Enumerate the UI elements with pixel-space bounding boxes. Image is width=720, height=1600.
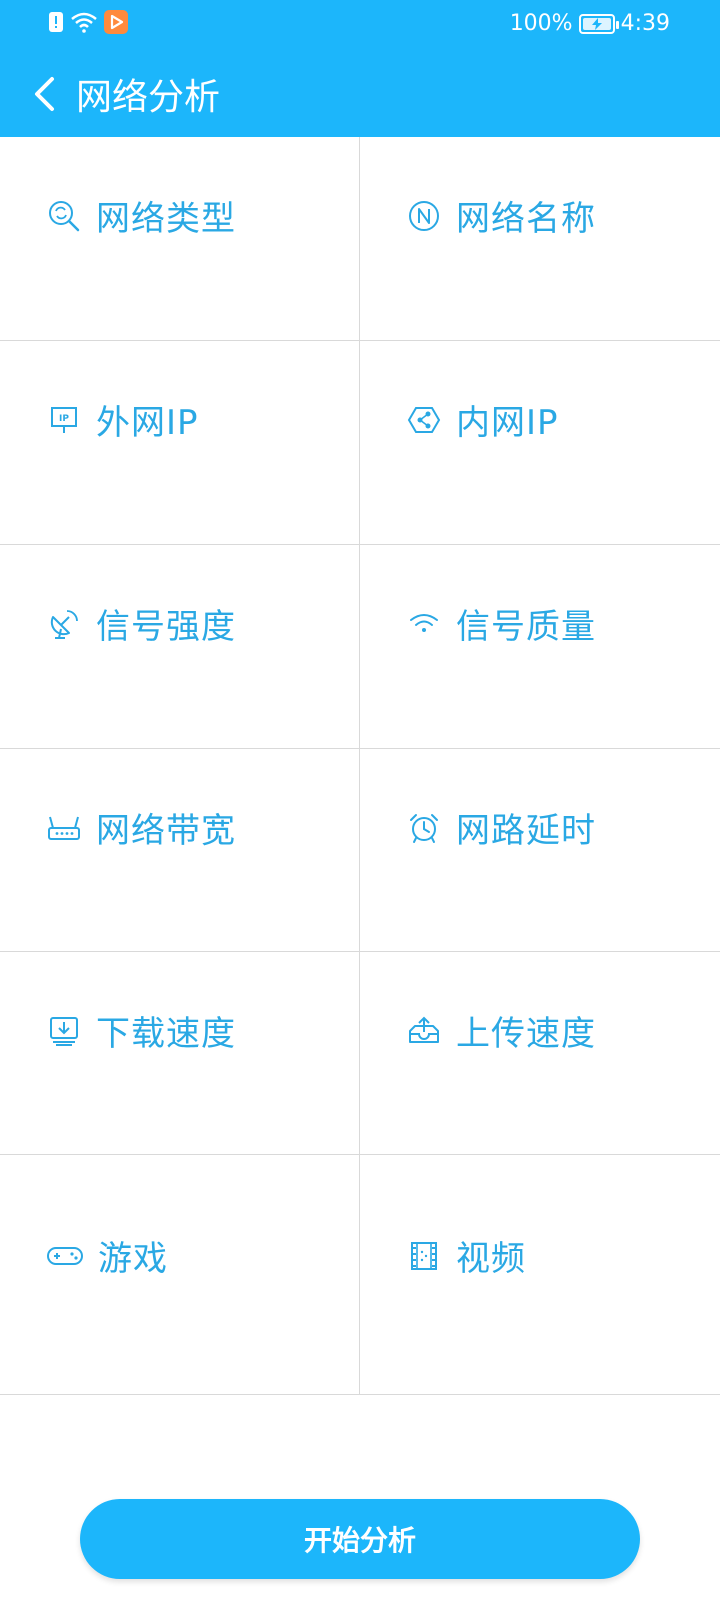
grid-row: 游戏 视频 <box>0 1155 720 1395</box>
grid-item-internal-ip[interactable]: 内网IP <box>360 341 720 544</box>
wifi-status-icon <box>70 11 98 37</box>
grid-item-network-latency[interactable]: 网路延时 <box>360 749 720 951</box>
svg-text:IP: IP <box>59 414 69 424</box>
gamepad-icon <box>46 1238 84 1274</box>
share-hexagon-icon <box>406 402 442 438</box>
grid-item-label: 信号质量 <box>456 607 596 647</box>
film-icon <box>406 1238 442 1274</box>
page-title: 网络分析 <box>76 77 221 118</box>
grid-item-network-name[interactable]: 网络名称 <box>360 137 720 340</box>
grid-item-label: 下载速度 <box>96 1014 236 1054</box>
upload-icon <box>406 1013 442 1049</box>
analysis-grid: 网络类型 网络名称 IP 外网IP 内网IP 信号强度 信号质量 网络带宽 网路… <box>0 137 720 1395</box>
grid-item-label: 上传速度 <box>456 1014 596 1054</box>
alert-icon <box>48 11 64 37</box>
wifi-icon <box>406 606 442 642</box>
grid-item-download-speed[interactable]: 下载速度 <box>0 952 360 1154</box>
title-bar: 网络分析 <box>0 52 720 136</box>
app-header: 100% 4:39 网络分析 <box>0 0 720 137</box>
status-icons-right: 100% 4:39 <box>510 8 670 40</box>
battery-percent: 100% <box>509 11 573 36</box>
grid-row: 信号强度 信号质量 <box>0 545 720 749</box>
grid-item-label: 游戏 <box>98 1239 168 1279</box>
alarm-clock-icon <box>406 810 442 846</box>
back-button[interactable] <box>14 64 74 124</box>
video-app-notification-icon <box>104 10 128 38</box>
grid-item-external-ip[interactable]: IP 外网IP <box>0 341 360 544</box>
grid-item-label: 网络带宽 <box>96 811 236 851</box>
grid-item-label: 网络名称 <box>456 199 596 239</box>
grid-item-signal-quality[interactable]: 信号质量 <box>360 545 720 748</box>
grid-row: 下载速度 上传速度 <box>0 952 720 1155</box>
network-analysis-screen: 100% 4:39 网络分析 网络类型 网络名称 IP 外网IP 内网IP 信号… <box>0 0 720 1600</box>
satellite-dish-icon <box>46 606 82 642</box>
n-circle-icon <box>406 198 442 234</box>
grid-row: IP 外网IP 内网IP <box>0 341 720 545</box>
grid-row: 网络带宽 网路延时 <box>0 749 720 952</box>
grid-item-signal-strength[interactable]: 信号强度 <box>0 545 360 748</box>
start-analysis-button[interactable]: 开始分析 <box>80 1499 640 1579</box>
chevron-left-icon <box>35 77 54 111</box>
ip-sign-icon: IP <box>46 402 82 438</box>
grid-item-upload-speed[interactable]: 上传速度 <box>360 952 720 1154</box>
grid-item-game[interactable]: 游戏 <box>0 1155 360 1394</box>
download-icon <box>46 1013 82 1049</box>
grid-item-label: 内网IP <box>456 403 559 443</box>
grid-item-network-bandwidth[interactable]: 网络带宽 <box>0 749 360 951</box>
status-bar: 100% 4:39 <box>0 0 720 48</box>
grid-item-label: 信号强度 <box>96 607 236 647</box>
status-time: 4:39 <box>620 11 670 36</box>
grid-item-network-type[interactable]: 网络类型 <box>0 137 360 340</box>
grid-item-label: 网路延时 <box>456 811 596 851</box>
router-icon <box>46 810 82 846</box>
grid-row: 网络类型 网络名称 <box>0 137 720 341</box>
status-icons-left <box>48 10 128 38</box>
grid-item-label: 外网IP <box>96 403 199 443</box>
battery-icon <box>578 14 619 34</box>
grid-item-label: 视频 <box>456 1239 526 1279</box>
grid-item-video[interactable]: 视频 <box>360 1155 720 1394</box>
search-refresh-icon <box>46 198 82 234</box>
grid-item-label: 网络类型 <box>96 199 236 239</box>
